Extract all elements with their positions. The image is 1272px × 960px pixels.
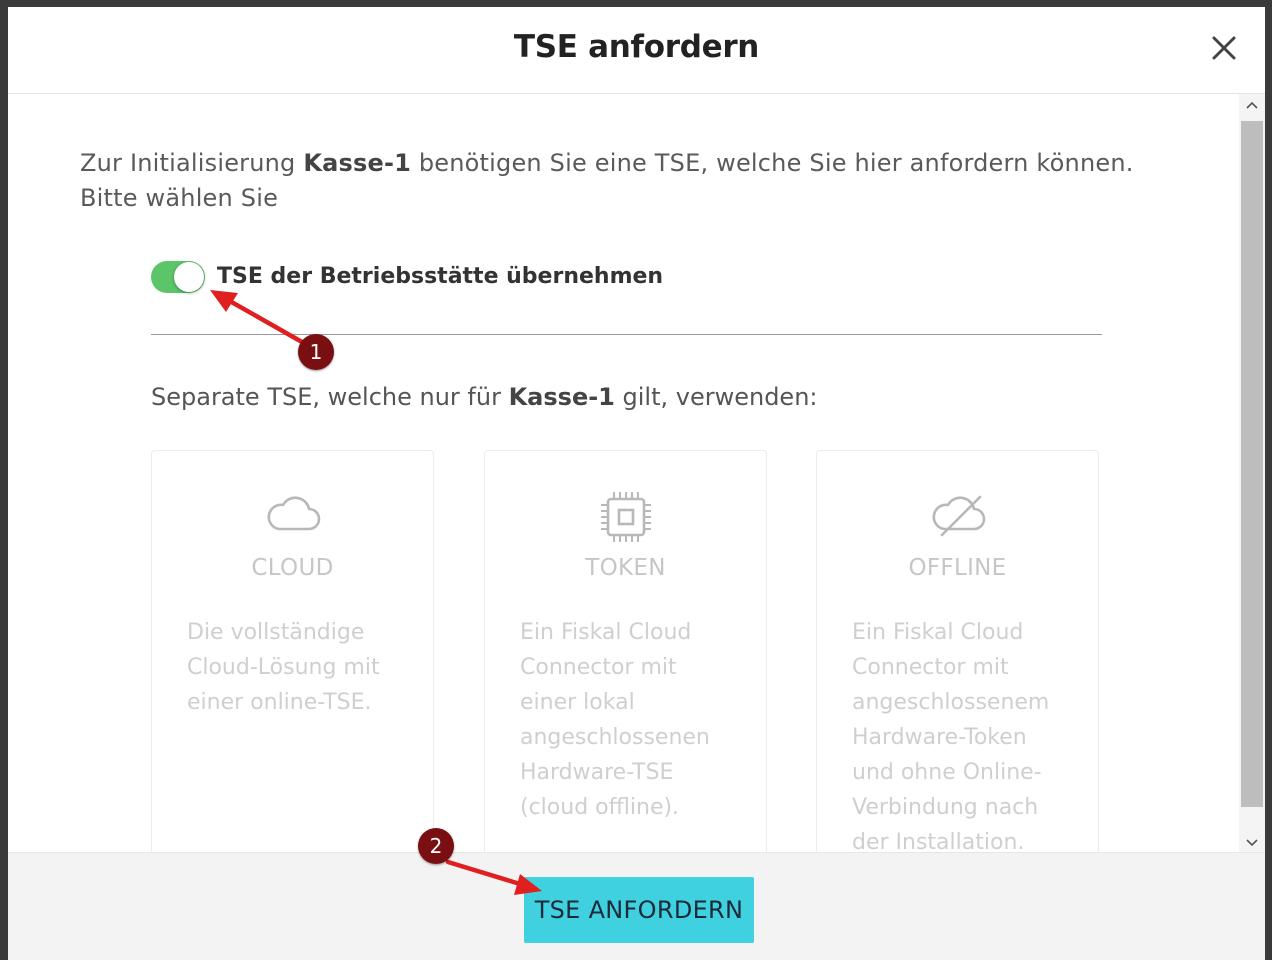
- separate-prefix: Separate TSE, welche nur für: [151, 383, 509, 411]
- cloud-icon: [152, 489, 433, 541]
- intro-prefix: Zur Initialisierung: [80, 149, 304, 177]
- option-card-offline[interactable]: OFFLINE Ein Fiskal Cloud Connector mit a…: [816, 450, 1099, 853]
- close-icon[interactable]: [1209, 33, 1239, 63]
- scroll-up-icon[interactable]: [1239, 94, 1265, 116]
- scrollbar-thumb[interactable]: [1241, 121, 1263, 807]
- use-site-tse-label[interactable]: TSE der Betriebsstätte übernehmen: [217, 264, 663, 289]
- option-description-cloud: Die vollständige Cloud-Lösung mit einer …: [187, 620, 380, 715]
- option-title-token: TOKEN: [585, 555, 666, 581]
- request-tse-button[interactable]: TSE ANFORDERN: [524, 877, 754, 943]
- option-title-cloud: CLOUD: [251, 555, 334, 581]
- separate-tse-heading: Separate TSE, welche nur für Kasse-1 gil…: [151, 383, 818, 411]
- option-card-token[interactable]: TOKEN Ein Fiskal Cloud Connector mit ein…: [484, 450, 767, 853]
- cloud-off-icon: [817, 489, 1098, 541]
- dialog: TSE anfordern Zur Initialisierung Kasse-…: [0, 0, 1272, 960]
- intro-text: Zur Initialisierung Kasse-1 benötigen Si…: [80, 146, 1170, 216]
- chip-icon: [485, 489, 766, 542]
- scroll-down-icon[interactable]: [1239, 832, 1265, 854]
- dialog-header: TSE anfordern: [8, 7, 1265, 94]
- use-site-tse-row: TSE der Betriebsstätte übernehmen: [151, 258, 1051, 298]
- dialog-footer: TSE ANFORDERN: [8, 852, 1265, 960]
- toggle-knob: [174, 262, 204, 292]
- option-card-cloud[interactable]: CLOUD Die vollständige Cloud-Lösung mit …: [151, 450, 434, 853]
- option-title-offline: OFFLINE: [908, 555, 1007, 581]
- separate-suffix: gilt, verwenden:: [614, 383, 818, 411]
- section-divider: [151, 334, 1102, 335]
- option-description-token: Ein Fiskal Cloud Connector mit einer lok…: [520, 620, 710, 820]
- separate-register-name: Kasse-1: [508, 383, 615, 411]
- intro-register-name: Kasse-1: [303, 149, 412, 177]
- dialog-title: TSE anfordern: [513, 29, 760, 65]
- annotation-badge-1: 1: [298, 334, 334, 370]
- dialog-body: Zur Initialisierung Kasse-1 benötigen Si…: [8, 94, 1265, 853]
- annotation-badge-2: 2: [418, 828, 454, 864]
- use-site-tse-toggle[interactable]: [151, 261, 205, 293]
- scrollbar[interactable]: [1239, 94, 1265, 854]
- option-description-offline: Ein Fiskal Cloud Connector mit angeschlo…: [852, 620, 1050, 853]
